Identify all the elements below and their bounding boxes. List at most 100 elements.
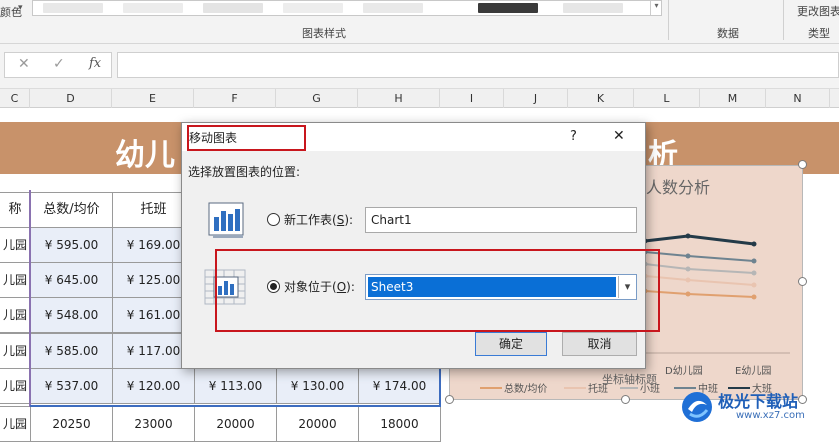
range-border-right [439,368,441,407]
chart-resize-handle[interactable] [445,395,454,404]
series-line-da[interactable] [644,234,755,246]
legend-label-tuo: 托班 [588,384,608,395]
header-total-cell[interactable]: 总数/均价 [30,192,113,228]
table-cell-xiao[interactable]: ¥ 113.00 [194,368,277,404]
table-cell-count[interactable]: 20250 [30,406,113,442]
series-line-xiao-marker[interactable] [751,270,757,276]
chart-resize-handle[interactable] [798,277,807,286]
chart-style-thumb[interactable] [123,3,183,13]
table-cell-tuo[interactable]: ¥ 120.00 [112,368,195,404]
chart-style-thumb[interactable] [43,3,103,13]
legend-label-total: 总数/均价 [504,384,548,395]
chart-style-thumb[interactable] [283,3,343,13]
change-chart-type-button[interactable]: 更改图表类型 [797,3,839,19]
table-cell-total[interactable]: ¥ 585.00 [30,333,113,369]
chart-style-thumb-dark[interactable] [478,3,538,13]
series-line-zhong[interactable] [644,251,755,262]
series-line-da-marker[interactable] [685,233,691,239]
header-name-cell[interactable]: 称 [0,192,31,228]
move-chart-dialog: 移动图表 ? ✕ 选择放置图表的位置: 新工作表(S): Chart1 对象位于… [181,122,660,369]
series-line-xiao[interactable] [644,263,755,274]
table-cell-zhong[interactable]: ¥ 130.00 [276,368,359,404]
table-cell-name[interactable]: 儿园 [0,333,31,369]
watermark-logo-icon [682,392,712,422]
table-cell-count[interactable]: 20000 [194,406,277,442]
table-cell-count[interactable]: 18000 [358,406,441,442]
cancel-entry-icon[interactable]: ✕ [18,56,30,72]
ribbon: 颜色 ▾ ▾ 图表样式 数据 更改图表类型 类型 [0,0,839,44]
legend-swatch-xiao [620,387,638,389]
new-sheet-label: 新工作表(S): [284,213,354,227]
series-line-tuo-marker[interactable] [751,282,757,288]
cancel-button[interactable]: 取消 [562,332,637,356]
table-cell-count[interactable]: 20000 [276,406,359,442]
table-cell-total[interactable]: ¥ 548.00 [30,297,113,333]
table-cell-name[interactable]: 儿园 [0,227,31,263]
highlight-box [187,125,306,151]
table-cell-count[interactable]: 23000 [112,406,195,442]
formula-input[interactable] [117,52,839,78]
new-sheet-radio[interactable] [267,213,280,226]
watermark-url: www.xz7.com [736,410,805,421]
series-line-zhong-marker[interactable] [685,253,691,259]
table-cell-name[interactable]: 儿园 [0,406,31,442]
column-header-i[interactable]: I [440,89,504,108]
column-header-f[interactable]: F [194,89,276,108]
table-cell-total[interactable]: ¥ 537.00 [30,368,113,404]
close-icon[interactable]: ✕ [613,128,625,144]
new-sheet-chart-icon [208,202,244,238]
ribbon-separator [668,0,669,40]
series-line-total[interactable] [644,290,755,298]
column-header-e[interactable]: E [112,89,194,108]
data-group-label: 数据 [717,27,739,40]
chart-style-thumb[interactable] [563,3,623,13]
column-headers: C D E F G H I J K L M N [0,88,839,108]
series-line-tuo-marker[interactable] [685,277,691,283]
range-border-bottom [30,405,440,407]
column-header-h[interactable]: H [358,89,440,108]
new-sheet-name-input[interactable]: Chart1 [365,207,637,233]
legend-swatch-tuo [564,387,586,389]
range-border-left [29,190,31,407]
gallery-scroll-icon[interactable]: ▾ [650,1,662,15]
insert-function-icon[interactable]: fx [89,56,101,71]
watermark-text: 极光下载站 [718,392,799,411]
series-line-da-marker[interactable] [751,241,757,247]
series-line-xiao-marker[interactable] [685,266,691,272]
column-header-d[interactable]: D [30,89,112,108]
column-header-l[interactable]: L [634,89,700,108]
dialog-prompt: 选择放置图表的位置: [188,165,301,179]
series-line-total-marker[interactable] [751,294,757,300]
legend-label-xiao: 小班 [640,384,660,395]
chart-style-thumb[interactable] [203,3,263,13]
watermark: 极光下载站 www.xz7.com [680,388,835,432]
table-cell-da[interactable]: ¥ 174.00 [358,368,441,404]
x-label-e: E幼儿园 [735,366,772,377]
ribbon-separator [783,0,784,40]
chart-resize-handle[interactable] [621,395,630,404]
dropdown-arrow-icon[interactable]: ▾ [18,3,23,13]
ok-button[interactable]: 确定 [475,332,547,356]
confirm-entry-icon[interactable]: ✓ [53,56,65,72]
help-icon[interactable]: ? [570,129,577,144]
type-group-label: 类型 [808,27,830,40]
series-line-tuo[interactable] [644,275,755,286]
table-cell-total[interactable]: ¥ 595.00 [30,227,113,263]
banner-title-left: 幼儿 [115,138,175,173]
column-header-n[interactable]: N [766,89,830,108]
column-header-c[interactable]: C [0,89,30,108]
table-cell-name[interactable]: 儿园 [0,368,31,404]
table-cell-total[interactable]: ¥ 645.00 [30,262,113,298]
chart-style-gallery[interactable]: ▾ [32,0,662,16]
column-header-j[interactable]: J [504,89,568,108]
series-line-total-marker[interactable] [685,291,691,297]
chart-resize-handle[interactable] [798,160,807,169]
column-header-g[interactable]: G [276,89,358,108]
column-header-m[interactable]: M [700,89,766,108]
table-cell-name[interactable]: 儿园 [0,297,31,333]
column-header-k[interactable]: K [568,89,634,108]
table-cell-name[interactable]: 儿园 [0,262,31,298]
chart-style-thumb[interactable] [363,3,423,13]
series-line-zhong-marker[interactable] [751,258,757,264]
x-label-d: D幼儿园 [665,366,703,377]
